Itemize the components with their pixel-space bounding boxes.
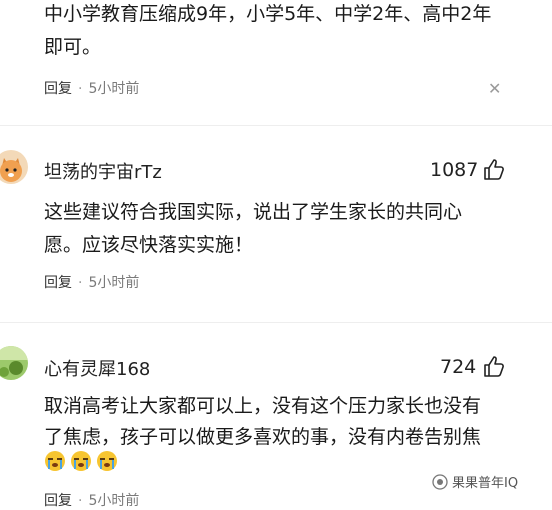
close-icon[interactable]: ✕ — [488, 79, 501, 98]
crying-emoji-icon — [97, 451, 117, 471]
emoji-row — [44, 450, 122, 476]
comment-1-text-line-2: 即可。 — [44, 36, 102, 58]
reply-button[interactable]: 回复 — [44, 493, 72, 509]
account-logo-icon — [432, 473, 448, 490]
avatar[interactable] — [0, 150, 28, 184]
watermark-text: 果果普年IQ — [452, 476, 519, 491]
thumbs-up-icon[interactable] — [482, 158, 506, 186]
comment-1-text-line-1: 中小学教育压缩成9年，小学5年、中学2年、高中2年 — [44, 3, 492, 25]
comment-2-meta: 回复 · 5小时前 — [44, 272, 139, 292]
separator: · — [78, 81, 83, 97]
comment-3-text-line-1: 取消高考让大家都可以上，没有这个压力家长也没有 — [44, 395, 482, 417]
divider — [0, 322, 552, 323]
crying-emoji-icon — [45, 451, 65, 471]
landscape-avatar-icon — [0, 346, 28, 380]
comment-time: 5小时前 — [88, 493, 140, 509]
username[interactable]: 坦荡的宇宙rTz — [44, 158, 162, 184]
thumbs-up-icon[interactable] — [482, 355, 506, 383]
reply-button[interactable]: 回复 — [44, 275, 72, 291]
username[interactable]: 心有灵犀168 — [44, 355, 150, 381]
comment-time: 5小时前 — [88, 81, 140, 97]
comment-3-meta: 回复 · 5小时前 — [44, 490, 139, 510]
separator: · — [78, 493, 83, 509]
comment-time: 5小时前 — [88, 275, 140, 291]
avatar[interactable] — [0, 346, 28, 380]
comment-2-text-line-2: 愿。应该尽快落实实施！ — [44, 234, 254, 256]
watermark: 果果普年IQ — [432, 472, 518, 491]
comment-2-text-line-1: 这些建议符合我国实际，说出了学生家长的共同心 — [44, 201, 463, 223]
crying-emoji-icon — [71, 451, 91, 471]
divider — [0, 125, 552, 126]
cat-avatar-icon — [0, 150, 28, 184]
comment-1-meta: 回复 · 5小时前 — [44, 78, 139, 98]
like-count: 724 — [440, 356, 477, 378]
reply-button[interactable]: 回复 — [44, 81, 72, 97]
separator: · — [78, 275, 83, 291]
like-count: 1087 — [430, 159, 479, 181]
